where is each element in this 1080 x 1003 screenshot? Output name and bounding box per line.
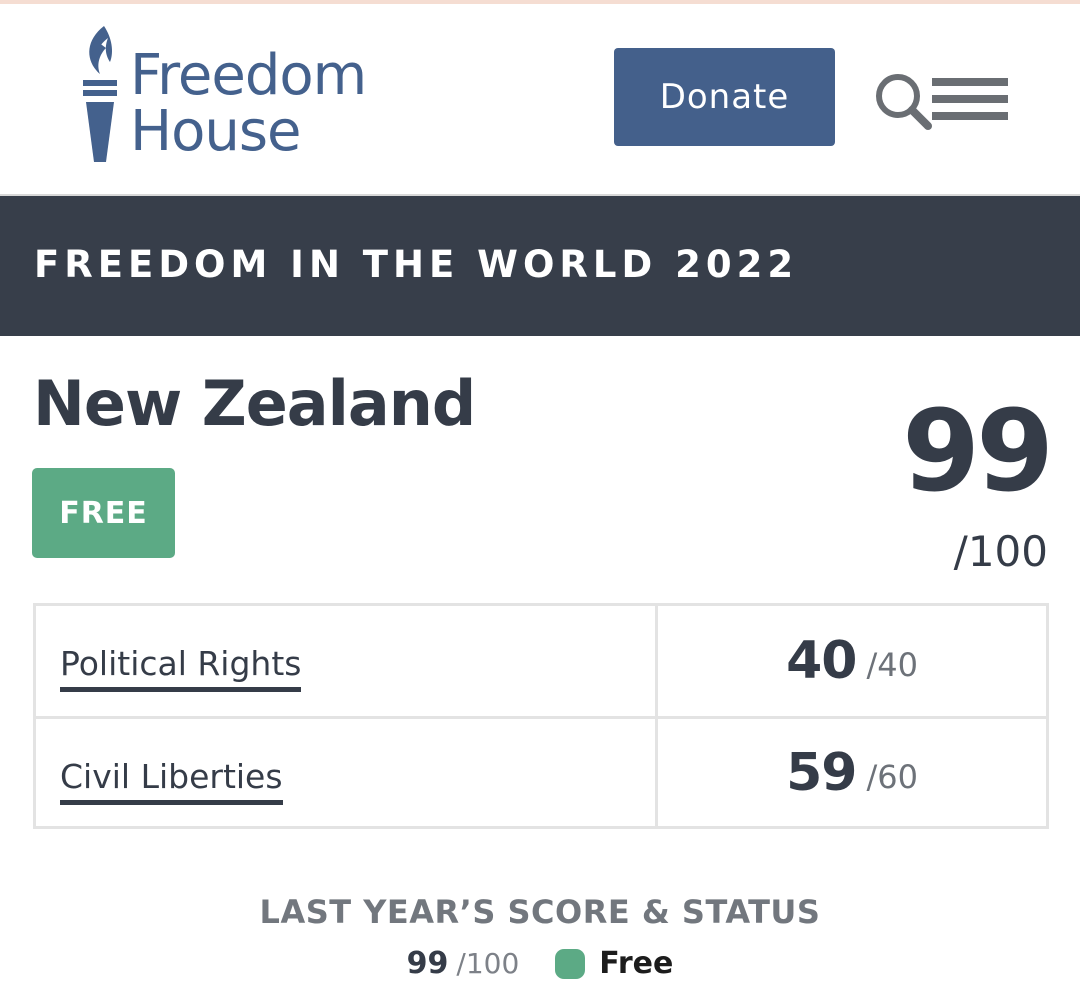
table-cell-label: Civil Liberties xyxy=(36,719,658,826)
freedom-house-logo[interactable]: Freedom House xyxy=(80,24,410,169)
civil-liberties-max: /60 xyxy=(866,757,918,796)
table-row-civil-liberties: Civil Liberties 59 /60 xyxy=(36,719,1046,826)
table-cell-score: 59 /60 xyxy=(658,719,1046,826)
last-year-summary: 99 /100 Free xyxy=(0,946,1080,981)
site-header: Freedom House Donate xyxy=(0,4,1080,196)
civil-liberties-link[interactable]: Civil Liberties xyxy=(60,757,283,805)
country-name: New Zealand xyxy=(33,367,476,440)
political-rights-score: 40 xyxy=(786,631,857,691)
total-score: 99 xyxy=(902,387,1054,517)
status-dot-icon xyxy=(555,948,586,979)
report-banner: FREEDOM IN THE WORLD 2022 xyxy=(0,196,1080,336)
political-rights-max: /40 xyxy=(866,646,918,684)
table-cell-score: 40 /40 xyxy=(658,606,1046,716)
table-row-political-rights: Political Rights 40 /40 xyxy=(36,606,1046,719)
civil-liberties-score: 59 xyxy=(786,742,857,803)
search-icon xyxy=(876,74,932,130)
table-cell-label: Political Rights xyxy=(36,606,658,716)
menu-button[interactable] xyxy=(932,76,1008,122)
donate-button[interactable]: Donate xyxy=(614,48,835,146)
hamburger-menu-icon xyxy=(932,78,1008,120)
last-year-score: 99 xyxy=(406,946,449,981)
last-year-status: Free xyxy=(599,946,674,981)
search-button[interactable] xyxy=(872,70,934,132)
logo-text-freedom: Freedom xyxy=(130,43,367,108)
total-score-max: /100 xyxy=(953,527,1048,576)
status-badge: FREE xyxy=(32,468,175,558)
last-year-heading: LAST YEAR’S SCORE & STATUS xyxy=(259,893,821,931)
political-rights-link[interactable]: Political Rights xyxy=(60,644,302,692)
torch-icon xyxy=(83,26,117,162)
logo-text-house: House xyxy=(130,99,301,164)
score-table: Political Rights 40 /40 Civil Liberties … xyxy=(33,603,1049,829)
last-year-score-max: /100 xyxy=(456,947,520,980)
report-title: FREEDOM IN THE WORLD 2022 xyxy=(34,243,799,286)
